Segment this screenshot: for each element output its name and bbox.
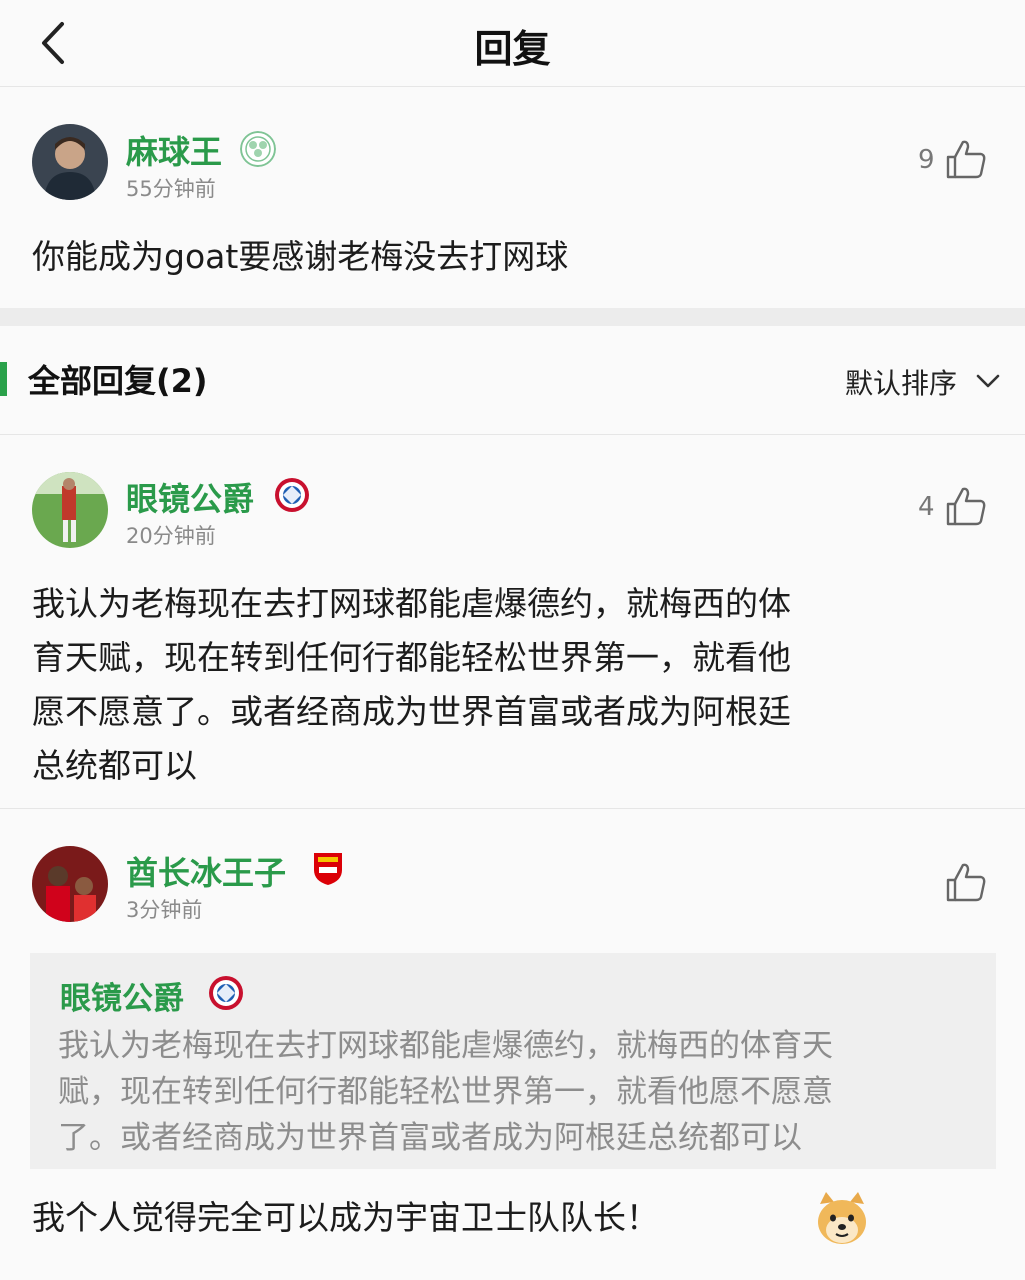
replies-header: 全部回复(2) 默认排序 [0, 326, 1025, 435]
avatar[interactable] [32, 124, 108, 200]
quoted-text-line: 赋，现在转到任何行都能轻松世界第一，就看他愿不愿意 [58, 1074, 833, 1110]
timestamp: 3分钟前 [126, 898, 203, 922]
bayern-badge-icon [275, 478, 309, 512]
timestamp: 20分钟前 [126, 524, 216, 548]
quoted-text: 我认为老梅现在去打网球都能虐爆德约，就梅西的体育天 赋，现在转到任何行都能轻松世… [58, 1023, 978, 1161]
like-count: 9 [918, 145, 935, 175]
username[interactable]: 眼镜公爵 [126, 474, 254, 520]
username[interactable]: 酋长冰王子 [126, 848, 286, 894]
doge-emoji-icon [818, 1192, 866, 1244]
timestamp: 55分钟前 [126, 177, 216, 201]
quoted-text-line: 我认为老梅现在去打网球都能虐爆德约，就梅西的体育天 [58, 1028, 833, 1064]
main-comment: 麻球王 55分钟前 9 你能成为goat要感谢老梅没去打网球 [0, 87, 1025, 307]
like-count: 4 [918, 492, 935, 522]
thumbs-up-icon[interactable] [944, 484, 988, 528]
quoted-text-line: 了。或者经商成为世界首富或者成为阿根廷总统都可以 [58, 1120, 802, 1156]
reply-text-line: 愿不愿意了。或者经商成为世界首富或者成为阿根廷 [32, 692, 791, 731]
comment-text: 你能成为goat要感谢老梅没去打网球 [32, 237, 569, 276]
page-title: 回复 [474, 27, 551, 71]
reply-text-line: 育天赋，现在转到任何行都能轻松世界第一，就看他 [32, 638, 791, 677]
bayern-badge-icon [209, 976, 243, 1010]
chevron-down-icon[interactable] [973, 366, 1003, 396]
celtic-badge-icon [240, 131, 276, 167]
section-title: 全部回复(2) [28, 362, 208, 400]
thumbs-up-icon[interactable] [944, 860, 988, 904]
sort-dropdown[interactable]: 默认排序 [845, 362, 957, 402]
quoted-username[interactable]: 眼镜公爵 [60, 973, 184, 1018]
avatar[interactable] [32, 472, 108, 548]
top-bar: 回复 [0, 0, 1025, 87]
reply-text: 我个人觉得完全可以成为宇宙卫士队队长！ [32, 1198, 659, 1237]
arsenal-badge-icon [314, 853, 342, 885]
reply-text-line: 我认为老梅现在去打网球都能虐爆德约，就梅西的体 [32, 584, 791, 623]
avatar[interactable] [32, 846, 108, 922]
username[interactable]: 麻球王 [126, 127, 222, 173]
section-separator [0, 308, 1025, 326]
thumbs-up-icon[interactable] [944, 137, 988, 181]
quoted-reply[interactable]: 眼镜公爵 我认为老梅现在去打网球都能虐爆德约，就梅西的体育天 赋，现在转到任何行… [30, 953, 996, 1169]
reply-text-line: 总统都可以 [32, 746, 197, 785]
section-accent-bar [0, 362, 7, 396]
divider [0, 808, 1025, 809]
